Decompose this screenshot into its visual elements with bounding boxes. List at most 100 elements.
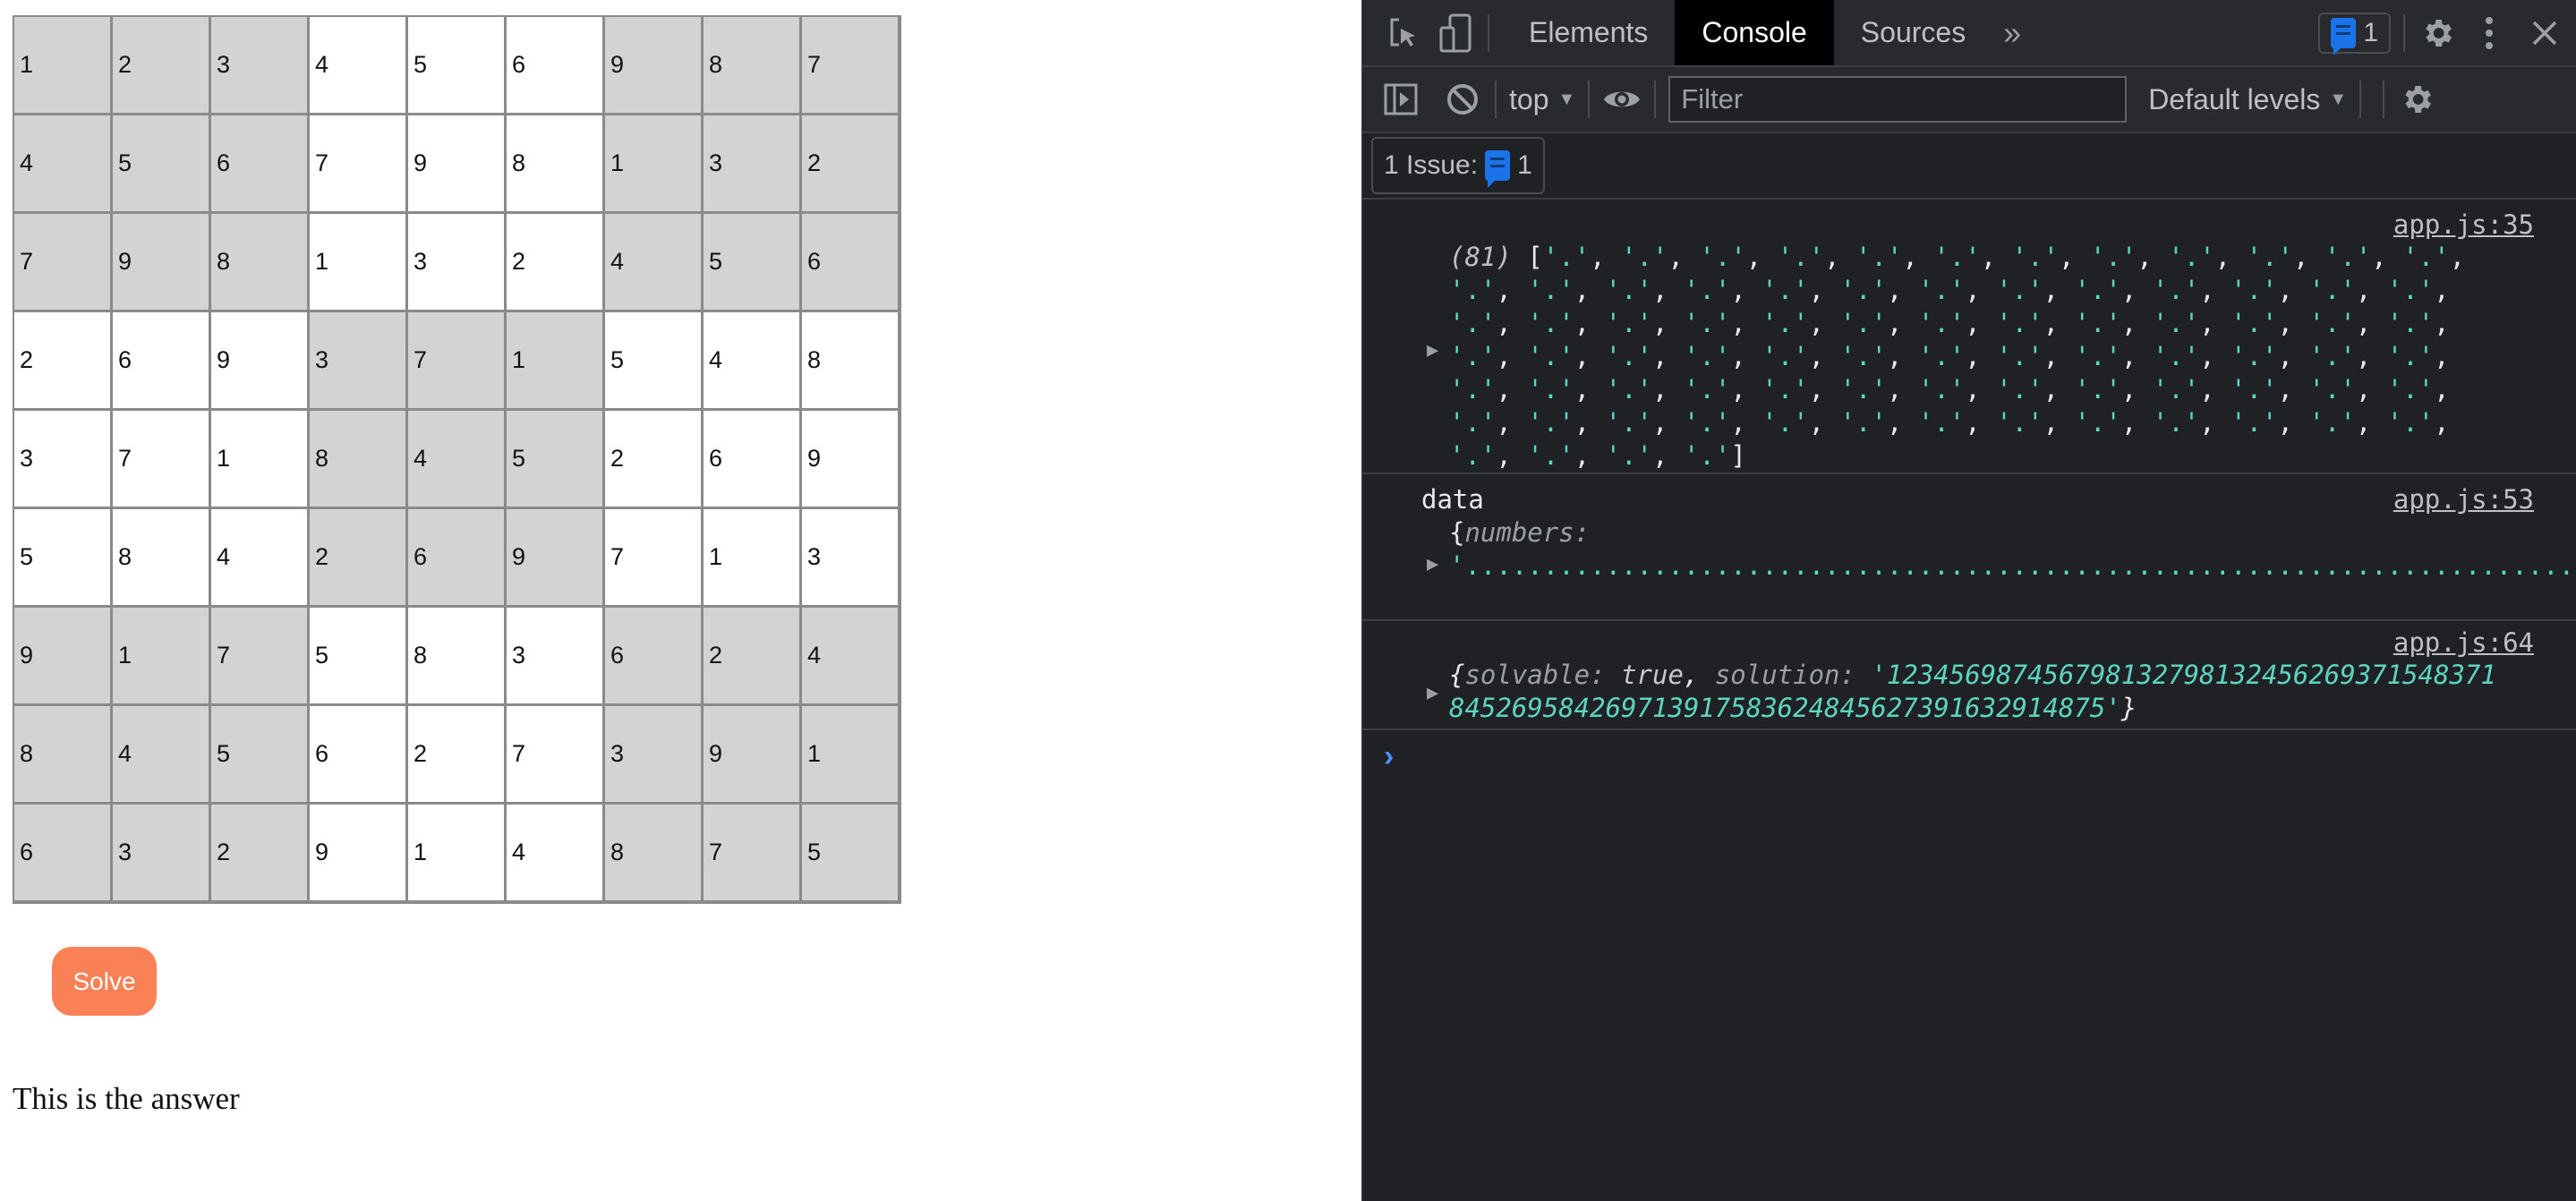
grid-cell[interactable]: 5	[704, 214, 802, 312]
grid-cell[interactable]: 8	[113, 509, 211, 608]
grid-cell[interactable]: 7	[605, 509, 704, 608]
grid-cell[interactable]: 4	[408, 411, 507, 509]
issues-badge[interactable]: 1	[2318, 12, 2391, 55]
grid-cell[interactable]: 6	[310, 706, 408, 805]
grid-cell[interactable]: 2	[14, 312, 113, 411]
grid-cell[interactable]: 7	[802, 17, 900, 115]
grid-cell[interactable]: 4	[14, 115, 113, 214]
tab-sources[interactable]: Sources	[1834, 0, 1992, 65]
tab-console[interactable]: Console	[1675, 0, 1834, 65]
grid-cell[interactable]: 8	[704, 17, 802, 115]
grid-cell[interactable]: 1	[113, 608, 211, 706]
grid-cell[interactable]: 1	[14, 17, 113, 115]
grid-cell[interactable]: 7	[704, 805, 802, 903]
grid-cell[interactable]: 3	[211, 17, 310, 115]
grid-cell[interactable]: 5	[605, 312, 704, 411]
more-options-icon[interactable]	[2469, 13, 2509, 53]
log-levels-dropdown[interactable]: Default levels ▼	[2148, 83, 2347, 116]
grid-cell[interactable]: 9	[14, 608, 113, 706]
context-selector[interactable]: top ▼	[1509, 83, 1575, 116]
grid-cell[interactable]: 1	[507, 312, 605, 411]
tab-elements[interactable]: Elements	[1502, 0, 1675, 65]
grid-cell[interactable]: 5	[113, 115, 211, 214]
grid-cell[interactable]: 6	[14, 805, 113, 903]
grid-cell[interactable]: 9	[113, 214, 211, 312]
grid-cell[interactable]: 5	[507, 411, 605, 509]
grid-cell[interactable]: 3	[113, 805, 211, 903]
grid-cell[interactable]: 8	[507, 115, 605, 214]
grid-cell[interactable]: 4	[507, 805, 605, 903]
grid-cell[interactable]: 9	[704, 706, 802, 805]
grid-cell[interactable]: 1	[704, 509, 802, 608]
grid-cell[interactable]: 6	[113, 312, 211, 411]
grid-cell[interactable]: 7	[310, 115, 408, 214]
grid-cell[interactable]: 2	[211, 805, 310, 903]
console-settings-gear-icon[interactable]	[2397, 80, 2436, 119]
expand-triangle-icon[interactable]: ▶	[1427, 548, 1438, 581]
grid-cell[interactable]: 1	[802, 706, 900, 805]
grid-cell[interactable]: 4	[605, 214, 704, 312]
expand-triangle-icon[interactable]: ▶	[1427, 677, 1438, 710]
grid-cell[interactable]: 2	[704, 608, 802, 706]
grid-cell[interactable]: 8	[802, 312, 900, 411]
grid-cell[interactable]: 9	[408, 115, 507, 214]
expand-triangle-icon[interactable]: ▶	[1427, 334, 1438, 367]
grid-cell[interactable]: 2	[507, 214, 605, 312]
grid-cell[interactable]: 6	[704, 411, 802, 509]
close-icon[interactable]	[2525, 13, 2564, 53]
grid-cell[interactable]: 6	[802, 214, 900, 312]
filter-input[interactable]	[1668, 76, 2128, 123]
grid-cell[interactable]: 6	[408, 509, 507, 608]
grid-cell[interactable]: 2	[113, 17, 211, 115]
grid-cell[interactable]: 5	[408, 17, 507, 115]
grid-cell[interactable]: 8	[605, 805, 704, 903]
grid-cell[interactable]: 8	[14, 706, 113, 805]
grid-cell[interactable]: 3	[310, 312, 408, 411]
grid-cell[interactable]: 9	[211, 312, 310, 411]
grid-cell[interactable]: 7	[408, 312, 507, 411]
grid-cell[interactable]: 6	[507, 17, 605, 115]
grid-cell[interactable]: 4	[802, 608, 900, 706]
grid-cell[interactable]: 1	[211, 411, 310, 509]
grid-cell[interactable]: 5	[802, 805, 900, 903]
grid-cell[interactable]: 3	[507, 608, 605, 706]
grid-cell[interactable]: 8	[310, 411, 408, 509]
grid-cell[interactable]: 5	[211, 706, 310, 805]
grid-cell[interactable]: 9	[507, 509, 605, 608]
grid-cell[interactable]: 4	[113, 706, 211, 805]
grid-cell[interactable]: 5	[310, 608, 408, 706]
grid-cell[interactable]: 9	[310, 805, 408, 903]
grid-cell[interactable]: 1	[310, 214, 408, 312]
grid-cell[interactable]: 8	[408, 608, 507, 706]
source-link[interactable]: app.js:64	[2393, 626, 2534, 660]
grid-cell[interactable]: 3	[408, 214, 507, 312]
settings-gear-icon[interactable]	[2418, 13, 2457, 53]
grid-cell[interactable]: 9	[802, 411, 900, 509]
grid-cell[interactable]: 4	[310, 17, 408, 115]
solve-button[interactable]: Solve	[52, 947, 157, 1016]
console-prompt-icon[interactable]: ›	[1384, 739, 1394, 774]
grid-cell[interactable]: 2	[408, 706, 507, 805]
device-toolbar-icon[interactable]	[1436, 13, 1475, 53]
grid-cell[interactable]: 2	[310, 509, 408, 608]
source-link[interactable]: app.js:53	[2393, 483, 2534, 516]
grid-cell[interactable]: 1	[408, 805, 507, 903]
grid-cell[interactable]: 7	[14, 214, 113, 312]
grid-cell[interactable]: 2	[605, 411, 704, 509]
inspect-element-icon[interactable]	[1384, 13, 1423, 53]
sidebar-toggle-icon[interactable]	[1382, 80, 1421, 119]
grid-cell[interactable]: 4	[704, 312, 802, 411]
grid-cell[interactable]: 3	[605, 706, 704, 805]
grid-cell[interactable]: 3	[14, 411, 113, 509]
grid-cell[interactable]: 4	[211, 509, 310, 608]
grid-cell[interactable]: 2	[802, 115, 900, 214]
source-link[interactable]: app.js:35	[2393, 209, 2534, 242]
grid-cell[interactable]: 1	[605, 115, 704, 214]
grid-cell[interactable]: 9	[605, 17, 704, 115]
grid-cell[interactable]: 5	[14, 509, 113, 608]
grid-cell[interactable]: 6	[605, 608, 704, 706]
more-tabs-icon[interactable]: »	[1992, 13, 2032, 53]
grid-cell[interactable]: 7	[113, 411, 211, 509]
grid-cell[interactable]: 8	[211, 214, 310, 312]
grid-cell[interactable]: 3	[704, 115, 802, 214]
